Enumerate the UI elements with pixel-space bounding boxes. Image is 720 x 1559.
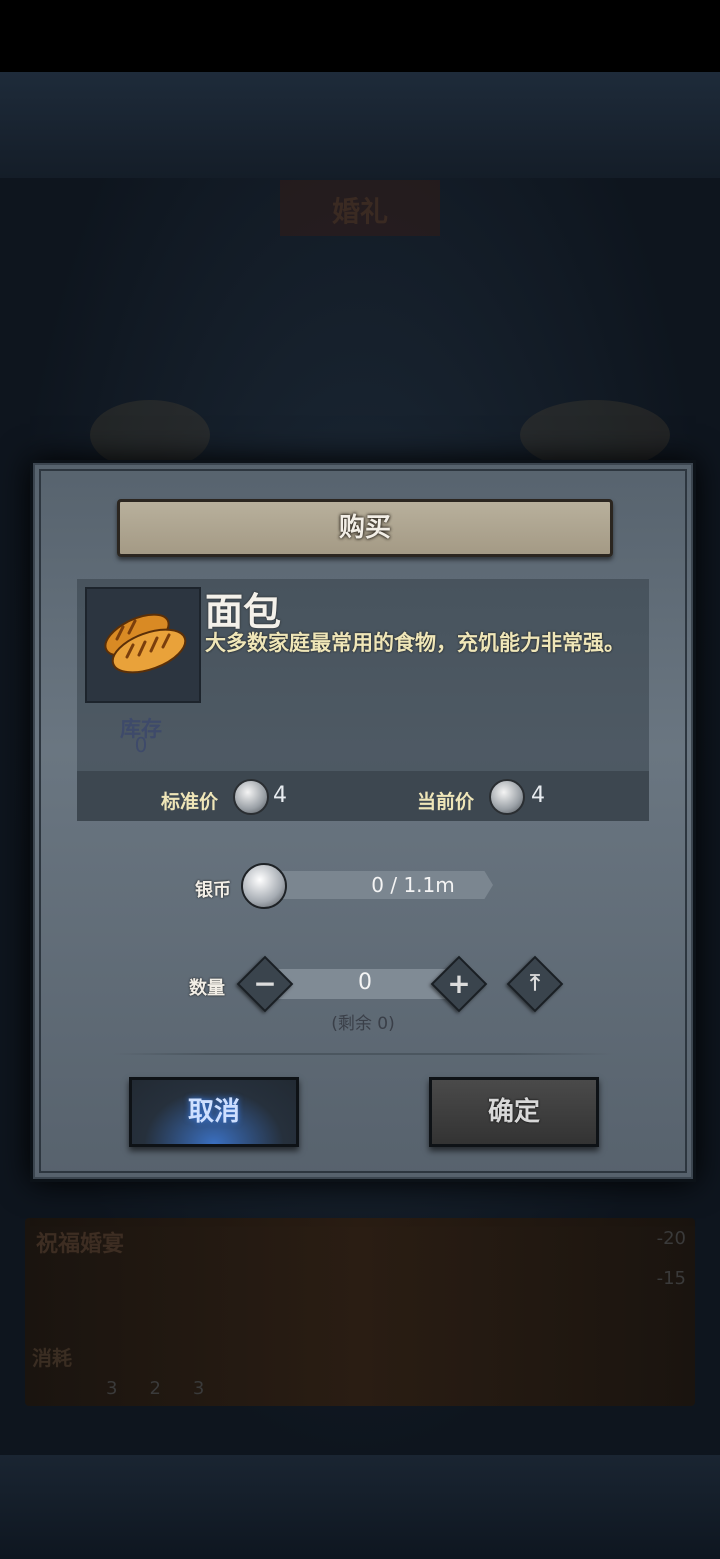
background-costs: 3 2 3 <box>36 1378 206 1399</box>
silver-label: 银币 <box>195 880 231 901</box>
current-price-label: 当前价 <box>417 791 475 813</box>
cancel-button[interactable]: 取消 <box>129 1077 299 1147</box>
silver-coin-icon <box>233 779 269 815</box>
stock-value: 0 <box>134 733 148 757</box>
confirm-button-label: 确定 <box>487 1097 540 1127</box>
divider <box>113 1053 613 1055</box>
dialog-title-banner: 购买 <box>117 499 613 557</box>
purchase-dialog: 购买 库存 0 面包 大多数家庭最常用的食物，充饥能力非常强。 标准价 4 当前… <box>30 460 696 1182</box>
minus-icon: − <box>253 967 277 1000</box>
remaining-text: (剩余 0) <box>331 1014 395 1034</box>
background-card-stat: -15 <box>656 1268 686 1289</box>
background-bottom <box>0 1455 720 1559</box>
standard-price-value: 4 <box>273 783 287 808</box>
background-card-stat: -20 <box>656 1228 686 1249</box>
max-button[interactable]: ⤒ <box>506 955 564 1013</box>
bread-icon <box>104 613 187 674</box>
item-icon-frame <box>85 587 201 703</box>
max-arrow-icon: ⤒ <box>530 971 540 996</box>
background-band <box>0 72 720 178</box>
background-cost: 3 <box>192 1378 207 1399</box>
dialog-border <box>39 469 687 1173</box>
silver-coin-icon <box>241 863 287 909</box>
background-card-title: 祝福婚宴 <box>36 1232 125 1257</box>
dialog-title: 购买 <box>338 513 391 543</box>
background-cost: 3 <box>106 1378 120 1399</box>
silver-value: 0 / 1.1m <box>371 873 455 897</box>
cancel-button-label: 取消 <box>187 1097 240 1127</box>
decrease-button[interactable]: − <box>236 955 294 1013</box>
item-description: 大多数家庭最常用的食物，充饥能力非常强。 <box>205 631 625 655</box>
increase-button[interactable]: + <box>430 955 488 1013</box>
status-bar <box>0 0 720 72</box>
plus-icon: + <box>447 967 471 1000</box>
confirm-button[interactable]: 确定 <box>429 1077 599 1147</box>
background-title: 婚礼 <box>331 195 388 228</box>
background-consume-label: 消耗 <box>32 1346 72 1370</box>
current-price-value: 4 <box>531 783 545 808</box>
background-cost: 2 <box>149 1378 163 1399</box>
standard-price-label: 标准价 <box>161 791 219 813</box>
silver-coin-icon <box>489 779 525 815</box>
quantity-label: 数量 <box>189 978 225 999</box>
